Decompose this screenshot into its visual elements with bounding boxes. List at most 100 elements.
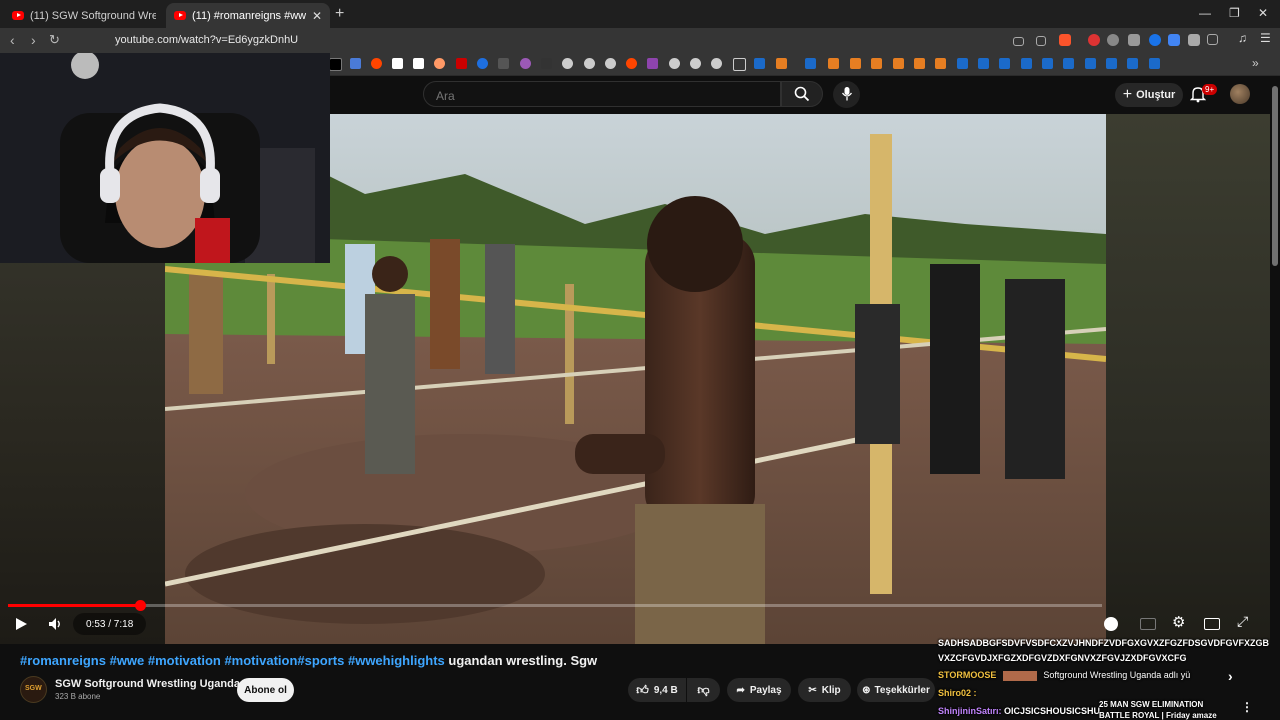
x-bookmark-icon[interactable] (329, 58, 342, 71)
page-scrollbar[interactable] (1270, 76, 1280, 720)
bookmark-icon-38[interactable] (1127, 58, 1138, 69)
close-window-icon[interactable]: ✕ (1258, 6, 1268, 20)
channel-avatar[interactable]: SGW (20, 676, 47, 703)
account-avatar[interactable] (1230, 84, 1250, 104)
seek-bar[interactable] (8, 600, 1102, 611)
autoplay-toggle[interactable] (1104, 617, 1118, 631)
bookmark-icon-33[interactable] (1021, 58, 1032, 69)
extension-icon-2[interactable] (1107, 34, 1119, 46)
bookmark-icon-15[interactable] (626, 58, 637, 69)
extension-icon-1[interactable] (1088, 34, 1100, 46)
play-button[interactable] (15, 617, 28, 634)
clip-button[interactable]: ✂ Klip (798, 678, 851, 702)
scrollbar-thumb[interactable] (1272, 86, 1278, 266)
bookmark-icon-35[interactable] (1063, 58, 1074, 69)
cast-icon[interactable] (1013, 37, 1024, 46)
recommended-video-title[interactable]: 25 MAN SGW ELIMINATION (1099, 700, 1203, 709)
like-button[interactable]: 👍︎ 9,4 B (628, 678, 686, 702)
share-icon[interactable] (1036, 36, 1046, 46)
bookmark-icon-36[interactable] (1085, 58, 1096, 69)
bookmark-icon-19[interactable] (711, 58, 722, 69)
share-button[interactable]: ➦ Paylaş (727, 678, 791, 702)
bookmark-icon-26[interactable] (871, 58, 882, 69)
recommended-video-subtitle[interactable]: BATTLE ROYAL | Friday amaze (1099, 711, 1217, 720)
extensions-puzzle-icon[interactable] (1188, 34, 1200, 46)
reload-icon[interactable]: ↻ (49, 32, 60, 48)
chat-message: ShinjininSatırı: OICJSICSHOUSICSHU (938, 706, 1100, 716)
new-tab-button[interactable]: + (335, 5, 344, 23)
thanks-button[interactable]: ⊛ Teşekkürler (857, 678, 935, 702)
subtitles-button[interactable] (1140, 618, 1156, 630)
media-icon[interactable]: ♫ (1238, 31, 1250, 45)
extension-icon-4[interactable] (1149, 34, 1161, 46)
url-field[interactable]: youtube.com/watch?v=Ed6ygzkDnhU (115, 34, 298, 46)
brave-shield-icon[interactable] (1059, 34, 1071, 46)
bookmark-icon-31[interactable] (978, 58, 989, 69)
minimize-icon[interactable]: — (1199, 6, 1211, 20)
extension-icon-3[interactable] (1128, 34, 1140, 46)
video-title: #romanreigns #wwe #motivation #motivatio… (20, 653, 597, 668)
subscribe-button[interactable]: Abone ol (237, 678, 294, 702)
bookmark-icon-29[interactable] (935, 58, 946, 69)
chevron-right-icon[interactable]: › (1228, 668, 1233, 684)
bookmark-icon-8[interactable] (477, 58, 488, 69)
sidebar-icon[interactable] (1207, 34, 1218, 45)
bookmark-icon-21[interactable] (754, 58, 765, 69)
bookmark-icon-24[interactable] (828, 58, 839, 69)
extension-icon-5[interactable] (1168, 34, 1180, 46)
bookmark-icon-4[interactable] (392, 58, 403, 69)
volume-button[interactable] (48, 617, 63, 634)
forward-icon[interactable]: › (31, 32, 36, 48)
bookmark-icon-22[interactable] (776, 58, 787, 69)
restore-icon[interactable]: ❐ (1229, 6, 1240, 20)
bookmark-icon-17[interactable] (669, 58, 680, 69)
bookmarks-overflow-icon[interactable]: » (1252, 56, 1259, 70)
search-button[interactable] (781, 81, 823, 107)
bookmark-icon-11[interactable] (541, 58, 552, 69)
bookmark-icon-12[interactable] (562, 58, 573, 69)
amazon-bookmark-icon[interactable] (413, 58, 424, 69)
theater-mode-button[interactable] (1204, 618, 1220, 630)
fullscreen-icon[interactable]: ⤢ (1237, 613, 1248, 630)
bookmark-icon-2[interactable] (350, 58, 361, 69)
bookmark-icon-14[interactable] (605, 58, 616, 69)
recommended-thumbnail (1002, 670, 1037, 681)
browser-tab-1[interactable]: (11) SGW Softground Wrestling Uganda (4, 3, 164, 28)
channel-name[interactable]: SGW Softground Wrestling Uganda (55, 678, 240, 690)
bookmark-icon-7[interactable] (456, 58, 467, 69)
menu-icon[interactable]: ☰ (1260, 31, 1272, 45)
bookmark-icon-27[interactable] (893, 58, 904, 69)
bookmark-icon-23[interactable] (805, 58, 816, 69)
bookmark-icon-39[interactable] (1149, 58, 1160, 69)
more-options-icon[interactable]: ⋮ (1241, 700, 1253, 714)
search-input[interactable] (434, 88, 758, 104)
notification-count-badge: 9+ (1202, 84, 1218, 95)
create-button[interactable]: + Oluştur (1115, 83, 1183, 107)
bookmark-icon-25[interactable] (850, 58, 861, 69)
progress-fill (8, 604, 141, 607)
hashtag-links[interactable]: #romanreigns #wwe #motivation #motivatio… (20, 653, 445, 668)
bookmark-icon-30[interactable] (957, 58, 968, 69)
share-label: Paylaş (749, 684, 782, 696)
bookmark-icon-34[interactable] (1042, 58, 1053, 69)
tab-title: (11) #romanreigns #wwe #motivation (192, 9, 306, 22)
bookmark-icon-18[interactable] (690, 58, 701, 69)
bookmark-icon-37[interactable] (1106, 58, 1117, 69)
bookmark-icon-32[interactable] (999, 58, 1010, 69)
reddit-bookmark-icon[interactable] (371, 58, 382, 69)
settings-gear-icon[interactable]: ⚙ (1172, 613, 1185, 631)
channel-logo-text: SGW (25, 685, 42, 692)
microphone-icon (841, 87, 853, 101)
folder-bookmark-icon[interactable] (733, 58, 746, 71)
back-icon[interactable]: ‹ (10, 32, 15, 48)
browser-tab-2[interactable]: (11) #romanreigns #wwe #motivation ✕ (166, 3, 330, 28)
bookmark-icon-9[interactable] (498, 58, 509, 69)
bookmark-icon-10[interactable] (520, 58, 531, 69)
bookmark-icon-28[interactable] (914, 58, 925, 69)
bookmark-icon-6[interactable] (434, 58, 445, 69)
dislike-button[interactable]: 👎︎ (687, 678, 720, 702)
bookmark-icon-16[interactable] (647, 58, 658, 69)
bookmark-icon-13[interactable] (584, 58, 595, 69)
voice-search-button[interactable] (833, 81, 860, 108)
close-tab-icon[interactable]: ✕ (312, 9, 322, 23)
